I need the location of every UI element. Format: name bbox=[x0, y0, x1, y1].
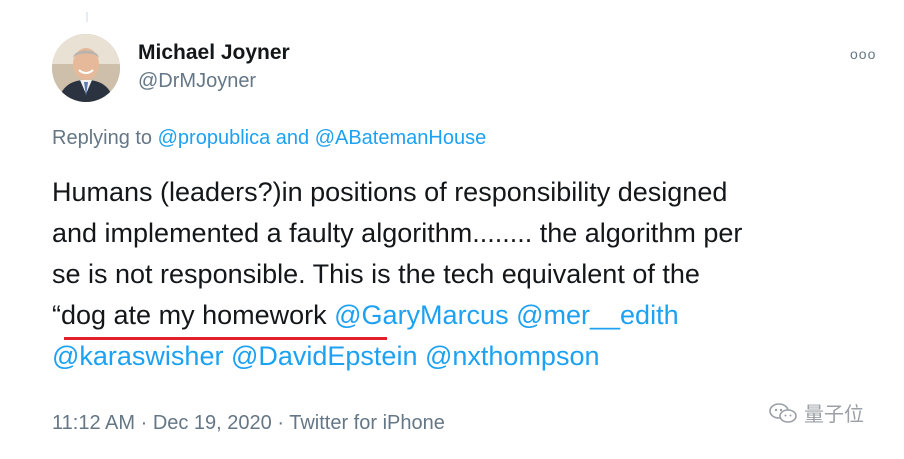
mention-nxthompson[interactable]: @nxthompson bbox=[425, 341, 600, 371]
tweet-line-1: Humans (leaders?)in positions of respons… bbox=[52, 177, 728, 207]
red-underline-annotation bbox=[64, 337, 387, 340]
watermark-text: 量子位 bbox=[804, 404, 864, 426]
tweet-line-3: se is not responsible. This is the tech … bbox=[52, 259, 700, 289]
meta-separator: · bbox=[271, 412, 290, 434]
tweet-time[interactable]: 11:12 AM bbox=[52, 412, 135, 434]
mention-karaswisher[interactable]: @karaswisher bbox=[52, 341, 223, 371]
tweet-source[interactable]: Twitter for iPhone bbox=[289, 412, 445, 434]
mention-mer-edith[interactable]: @mer__edith bbox=[516, 300, 679, 330]
reply-prefix: Replying to bbox=[52, 127, 158, 149]
tweet-line-2: and implemented a faulty algorithm......… bbox=[52, 218, 743, 248]
watermark: 量子位 bbox=[768, 398, 864, 427]
tweet-date[interactable]: Dec 19, 2020 bbox=[153, 412, 272, 434]
tweet-line-5: @karaswisher @DavidEpstein @nxthompson bbox=[52, 336, 892, 377]
reply-user-abatemanhouse[interactable]: @ABatemanHouse bbox=[315, 127, 487, 149]
author-name[interactable]: Michael Joyner bbox=[138, 41, 290, 65]
author-handle[interactable]: @DrMJoyner bbox=[138, 70, 256, 93]
tweet-text: Humans (leaders?)in positions of respons… bbox=[52, 172, 892, 377]
wechat-icon bbox=[768, 401, 798, 425]
tweet-line-4: “dog ate my homework @GaryMarcus @mer__e… bbox=[52, 295, 892, 336]
quoted-phrase: “dog ate my homework bbox=[52, 300, 327, 330]
tweet-meta: 11:12 AM · Dec 19, 2020 · Twitter for iP… bbox=[52, 412, 445, 435]
reply-conj: and bbox=[270, 127, 315, 149]
thread-line bbox=[86, 12, 88, 22]
reply-user-propublica[interactable]: @propublica bbox=[158, 127, 271, 149]
mention-garymarcus[interactable]: @GaryMarcus bbox=[334, 300, 508, 330]
meta-separator: · bbox=[135, 412, 153, 434]
ellipsis-icon[interactable]: ooo bbox=[850, 46, 876, 62]
avatar[interactable] bbox=[52, 34, 120, 102]
mention-davidepstein[interactable]: @DavidEpstein bbox=[231, 341, 418, 371]
replying-to: Replying to @propublica and @ABatemanHou… bbox=[52, 127, 486, 150]
